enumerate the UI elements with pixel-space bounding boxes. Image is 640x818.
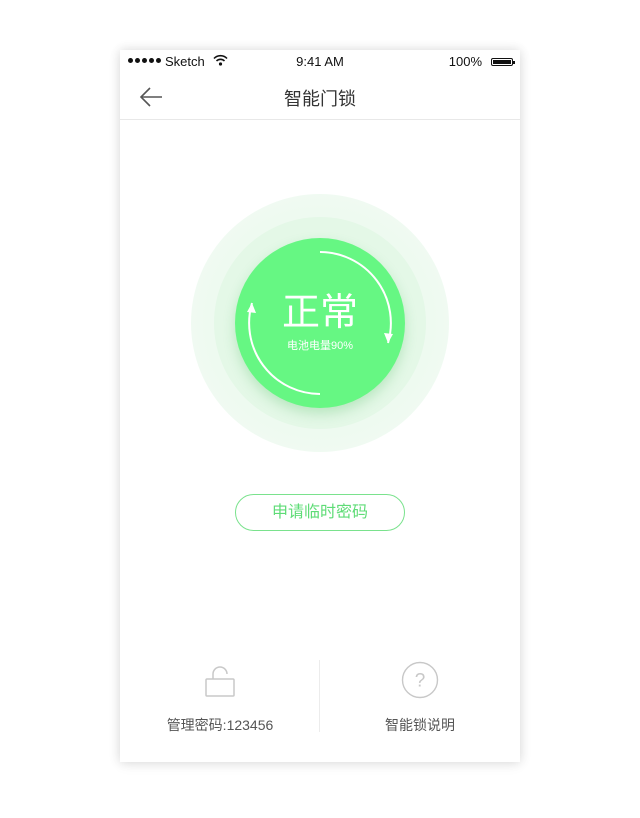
request-temp-password-button[interactable]: 申请临时密码 bbox=[235, 494, 405, 531]
page-title: 智能门锁 bbox=[284, 89, 356, 109]
battery-level-text: 电池电量90% bbox=[286, 340, 354, 352]
manage-password-label[interactable]: 管理密码:123456 bbox=[120, 715, 320, 735]
lock-status-text: 正常 bbox=[281, 292, 358, 334]
nav-bar: 智能门锁 bbox=[120, 74, 520, 120]
svg-text:?: ? bbox=[415, 671, 426, 692]
status-bar: Sketch 9:41 AM 100% bbox=[120, 50, 520, 74]
phone-screen: Sketch 9:41 AM 100% 智能门锁 正常 电池电量90% 申请临时… bbox=[120, 50, 520, 762]
battery-percent: 100% bbox=[448, 54, 482, 69]
battery-icon bbox=[491, 58, 515, 66]
question-circle-icon[interactable]: ? bbox=[401, 661, 439, 699]
lock-help-label[interactable]: 智能锁说明 bbox=[320, 715, 520, 735]
unlock-icon[interactable] bbox=[203, 664, 237, 698]
